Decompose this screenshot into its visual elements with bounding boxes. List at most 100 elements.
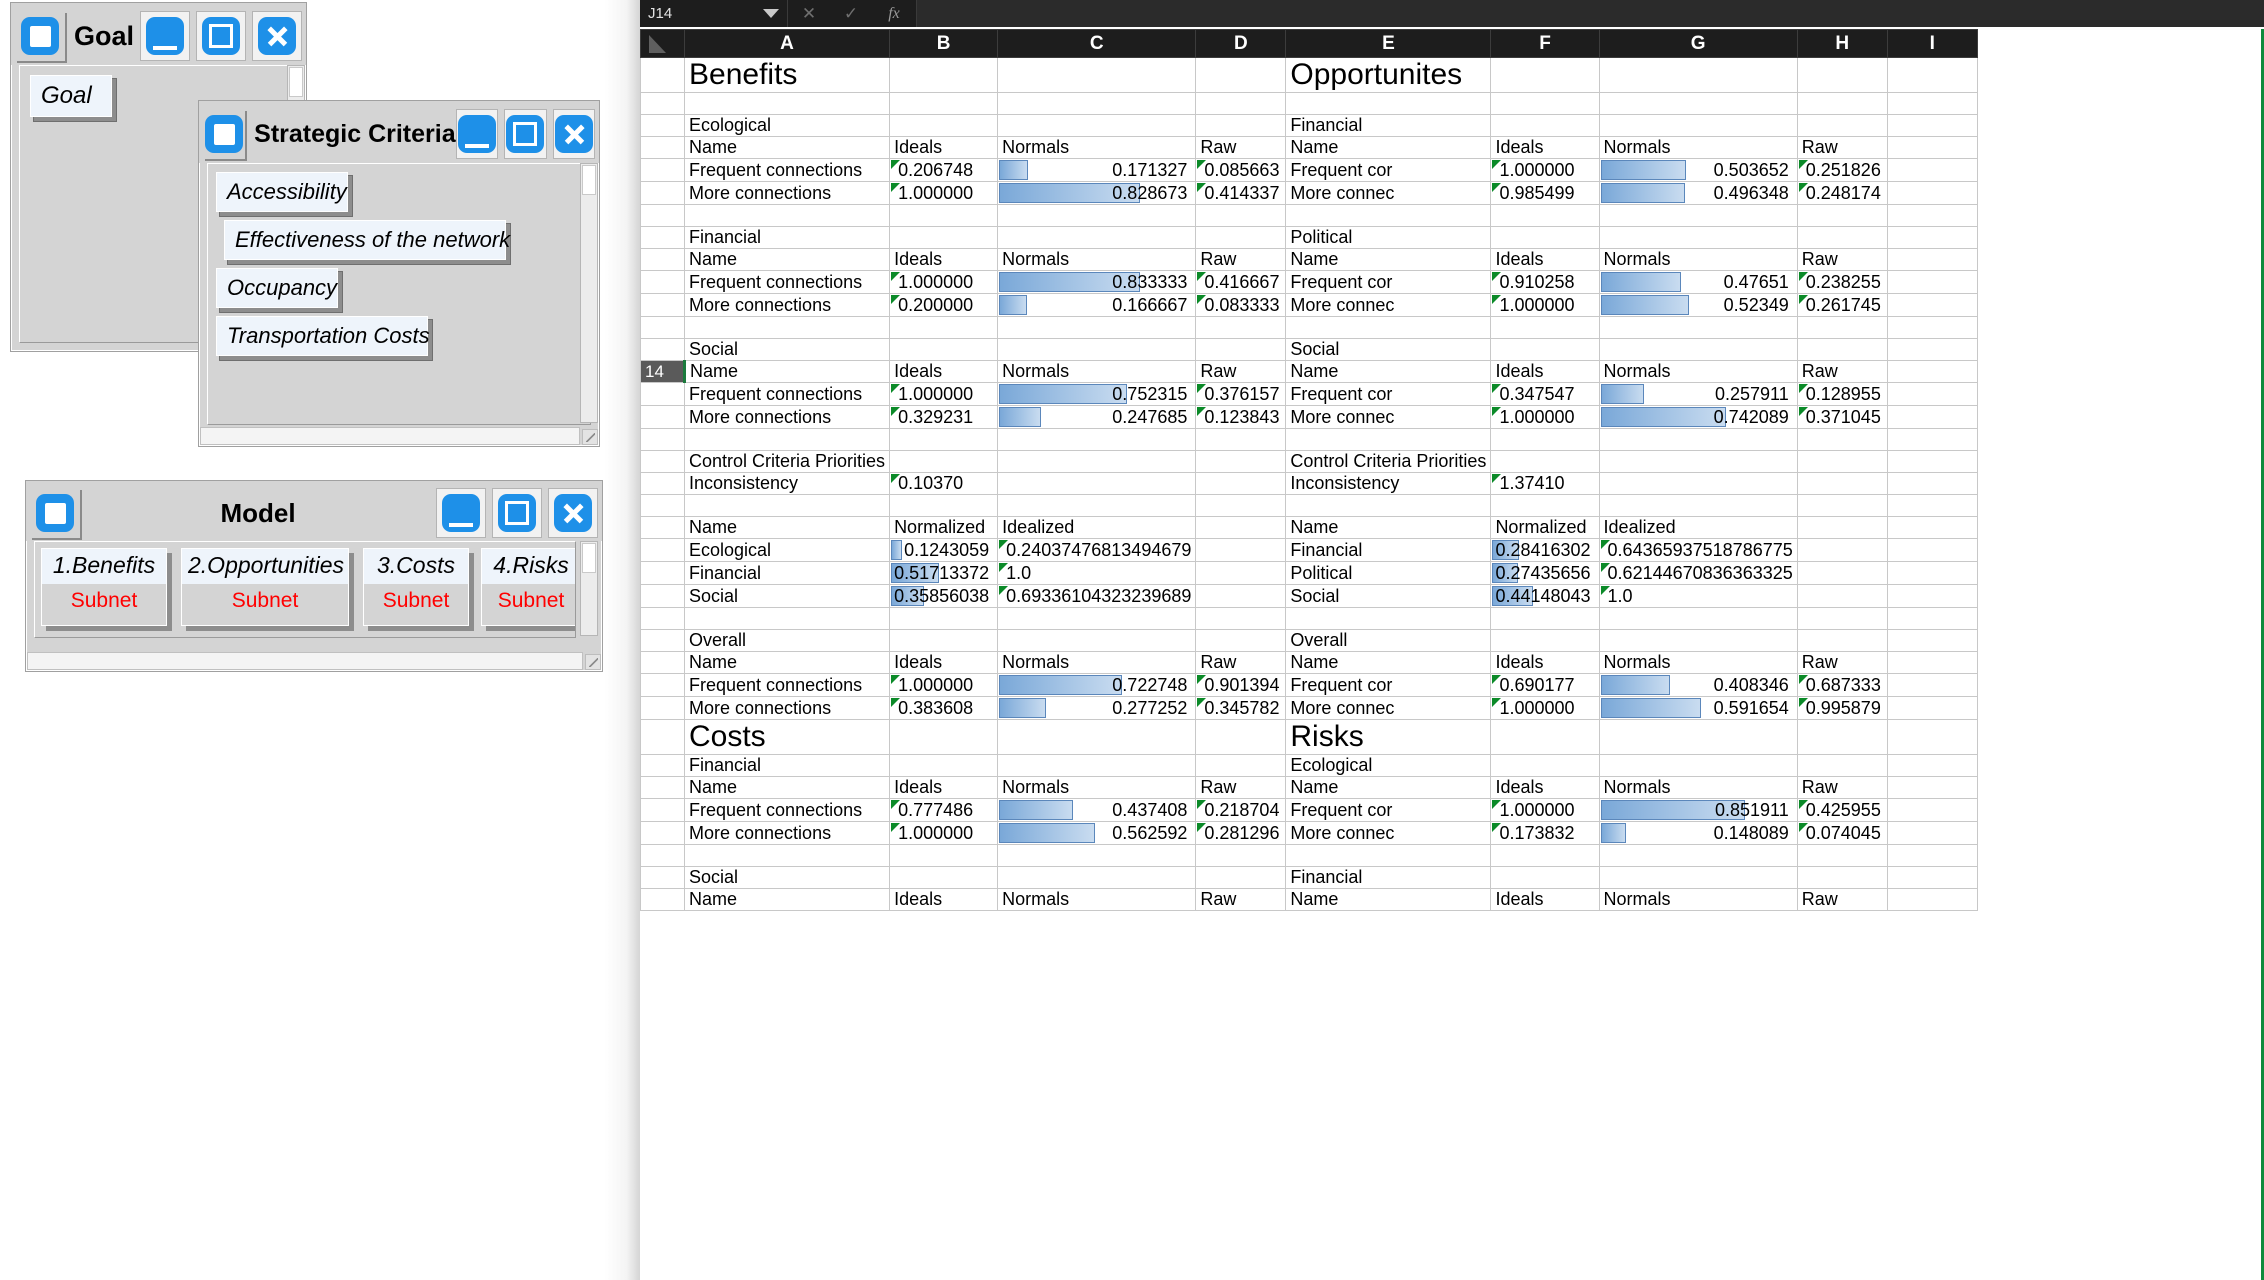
cell-F12[interactable] [1490, 316, 1600, 339]
cell-F26[interactable] [1490, 629, 1600, 652]
cell-E17[interactable] [1285, 428, 1492, 451]
grid-row[interactable]: 23 Financial 0.51713372 1.0 Political 0.27435… [640, 561, 1978, 585]
cell-I7[interactable] [1886, 204, 1978, 227]
cell-C3[interactable] [997, 114, 1197, 137]
node-accessibility[interactable]: Accessibility [216, 172, 348, 212]
node-transportation-costs[interactable]: Transportation Costs [216, 316, 430, 356]
cell-D37[interactable]: Raw [1195, 888, 1287, 911]
cell-H19[interactable] [1796, 472, 1888, 495]
cell-F36[interactable] [1490, 866, 1600, 889]
cell-D22[interactable] [1195, 538, 1287, 562]
row-header-7[interactable]: 7 [640, 204, 685, 227]
cell-H10[interactable]: 0.238255 [1796, 270, 1888, 294]
grid-row[interactable]: 32 Name Ideals Normals Raw Name Ideals Normals R… [640, 776, 1978, 799]
cell-H18[interactable] [1796, 450, 1888, 473]
cell-G21[interactable]: Idealized [1598, 516, 1798, 539]
cell-D3[interactable] [1195, 114, 1287, 137]
cell-C36[interactable] [997, 866, 1197, 889]
cell-D2[interactable] [1195, 92, 1287, 115]
cell-H33[interactable]: 0.425955 [1796, 798, 1888, 822]
cell-I10[interactable] [1886, 270, 1978, 294]
cell-C24[interactable]: 0.69336104323239689 [997, 584, 1197, 608]
cell-A34[interactable]: More connections [683, 821, 891, 845]
cell-D29[interactable]: 0.345782 [1195, 696, 1287, 720]
cell-C11[interactable]: 0.166667 [997, 293, 1197, 317]
cell-C16[interactable]: 0.247685 [997, 405, 1197, 429]
row-header-18[interactable]: 18 [640, 450, 685, 473]
cell-A7[interactable] [683, 204, 891, 227]
cell-F33[interactable]: 1.000000 [1490, 798, 1600, 822]
cell-G24[interactable]: 1.0 [1598, 584, 1798, 608]
cell-I14[interactable] [1886, 360, 1978, 383]
function-wizard-icon[interactable]: fx [872, 0, 916, 27]
cell-B8[interactable] [889, 226, 999, 249]
cell-H26[interactable] [1796, 629, 1888, 652]
cell-E37[interactable]: Name [1285, 888, 1492, 911]
cell-B29[interactable]: 0.383608 [889, 696, 999, 720]
cell-C27[interactable]: Normals [997, 651, 1197, 674]
cell-G6[interactable]: 0.496348 [1598, 181, 1798, 205]
cell-C4[interactable]: Normals [997, 136, 1197, 159]
cell-D9[interactable]: Raw [1195, 248, 1287, 271]
cell-E12[interactable] [1285, 316, 1492, 339]
cell-A24[interactable]: Social [683, 584, 891, 608]
cell-C6[interactable]: 0.828673 [997, 181, 1197, 205]
cell-F28[interactable]: 0.690177 [1490, 673, 1600, 697]
row-header-31[interactable]: 31 [640, 754, 685, 777]
cell-F3[interactable] [1490, 114, 1600, 137]
cell-B24[interactable]: 0.35856038 [889, 584, 999, 608]
cell-D28[interactable]: 0.901394 [1195, 673, 1287, 697]
cell-I29[interactable] [1886, 696, 1978, 720]
row-header-19[interactable]: 19 [640, 472, 685, 495]
cell-G12[interactable] [1598, 316, 1798, 339]
cell-B18[interactable] [889, 450, 999, 473]
cell-I2[interactable] [1886, 92, 1978, 115]
cell-A23[interactable]: Financial [683, 561, 891, 585]
grid-row[interactable]: 13 Social Social [640, 338, 1978, 361]
cell-I27[interactable] [1886, 651, 1978, 674]
goal-titlebar[interactable]: Goal [11, 3, 306, 65]
cell-I1[interactable] [1886, 57, 1978, 93]
grid-row[interactable]: 12 [640, 316, 1978, 339]
column-header-a[interactable]: A [683, 29, 891, 58]
cell-I3[interactable] [1886, 114, 1978, 137]
cell-I9[interactable] [1886, 248, 1978, 271]
cell-D11[interactable]: 0.083333 [1195, 293, 1287, 317]
row-header-36[interactable]: 36 [640, 866, 685, 889]
grid-row[interactable]: 9 Name Ideals Normals Raw Name Ideals Normals Ra… [640, 248, 1978, 271]
cell-G2[interactable] [1598, 92, 1798, 115]
cell-D26[interactable] [1195, 629, 1287, 652]
cell-D30[interactable] [1195, 719, 1287, 755]
cell-H8[interactable] [1796, 226, 1888, 249]
cell-B9[interactable]: Ideals [889, 248, 999, 271]
cell-I23[interactable] [1886, 561, 1978, 585]
cell-C2[interactable] [997, 92, 1197, 115]
cell-G13[interactable] [1598, 338, 1798, 361]
cell-H27[interactable]: Raw [1796, 651, 1888, 674]
cell-H37[interactable]: Raw [1796, 888, 1888, 911]
cell-C14[interactable]: Normals [997, 360, 1197, 383]
cell-B27[interactable]: Ideals [889, 651, 999, 674]
cell-I12[interactable] [1886, 316, 1978, 339]
cell-I25[interactable] [1886, 607, 1978, 630]
cell-I5[interactable] [1886, 158, 1978, 182]
cell-C9[interactable]: Normals [997, 248, 1197, 271]
grid-row[interactable]: 34 More connections 1.000000 0.562592 0.2812… [640, 821, 1978, 845]
grid-row[interactable]: 11 More connections 0.200000 0.166667 0.0833… [640, 293, 1978, 317]
cell-F19[interactable]: 1.37410 [1490, 472, 1600, 495]
cell-D13[interactable] [1195, 338, 1287, 361]
cell-A10[interactable]: Frequent connections [683, 270, 891, 294]
cell-B23[interactable]: 0.51713372 [889, 561, 999, 585]
cell-A8[interactable]: Financial [683, 226, 891, 249]
row-header-13[interactable]: 13 [640, 338, 685, 361]
cell-G33[interactable]: 0.851911 [1598, 798, 1798, 822]
cell-I28[interactable] [1886, 673, 1978, 697]
cell-I32[interactable] [1886, 776, 1978, 799]
model-close-button[interactable] [548, 488, 598, 538]
cell-I17[interactable] [1886, 428, 1978, 451]
cell-F6[interactable]: 0.985499 [1490, 181, 1600, 205]
cell-E33[interactable]: Frequent cor [1285, 798, 1492, 822]
grid-row[interactable]: 28 Frequent connections 1.000000 0.722748 0.… [640, 673, 1978, 697]
column-header-i[interactable]: I [1886, 29, 1978, 58]
row-header-12[interactable]: 12 [640, 316, 685, 339]
